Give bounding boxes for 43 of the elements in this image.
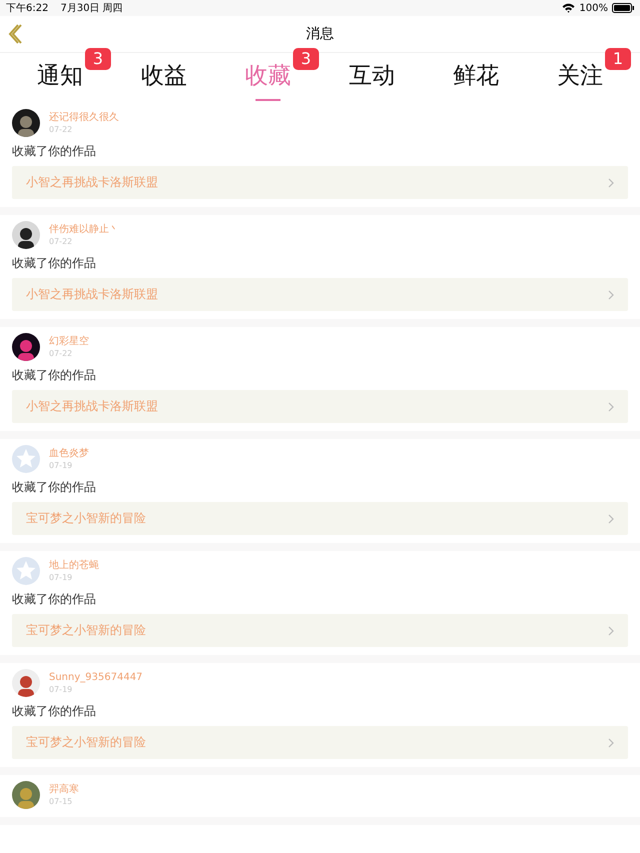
work-link[interactable]: 小智之再挑战卡洛斯联盟 (12, 390, 628, 423)
message-text: 收藏了你的作品 (12, 479, 97, 496)
tab[interactable]: 收益 (137, 56, 191, 100)
tab[interactable]: 收藏 (241, 56, 295, 100)
work-link[interactable]: 宝可梦之小智新的冒险 (12, 614, 628, 647)
user-name[interactable]: 伴伤难以静止丶 (49, 223, 119, 236)
status-date: 7月30日 周四 (60, 2, 123, 15)
user-name[interactable]: 幻彩星空 (49, 335, 89, 348)
message-text: 收藏了你的作品 (12, 703, 97, 720)
work-link[interactable]: 宝可梦之小智新的冒险 (12, 502, 628, 535)
work-link[interactable]: 宝可梦之小智新的冒险 (12, 726, 628, 759)
chevron-right-icon (608, 290, 614, 300)
message-text: 收藏了你的作品 (12, 367, 97, 384)
user-name[interactable]: 血色炎梦 (49, 447, 89, 460)
work-link[interactable]: 小智之再挑战卡洛斯联盟 (12, 166, 628, 199)
message-text: 收藏了你的作品 (12, 255, 97, 272)
count-badge: 3 (84, 48, 111, 70)
battery-icon (612, 3, 634, 13)
back-icon[interactable] (8, 24, 22, 44)
user-name[interactable]: Sunny_935674447 (49, 671, 143, 684)
work-link[interactable]: 小智之再挑战卡洛斯联盟 (12, 278, 628, 311)
battery-percent: 100% (579, 2, 608, 14)
message-text: 收藏了你的作品 (12, 591, 97, 608)
nav-title: 消息 (306, 25, 334, 43)
user-name[interactable]: 地上的苍蝇 (49, 559, 99, 572)
user-name[interactable]: 羿高寒 (49, 783, 79, 796)
count-badge: 1 (604, 48, 631, 70)
chevron-right-icon (608, 178, 614, 188)
tab[interactable]: 鲜花 (449, 56, 503, 100)
star-avatar-icon (12, 557, 40, 585)
chevron-right-icon (608, 402, 614, 412)
user-name[interactable]: 还记得很久很久 (49, 111, 119, 124)
tab[interactable]: 通知 (33, 56, 87, 100)
message-text: 收藏了你的作品 (12, 143, 97, 160)
chevron-right-icon (608, 738, 614, 748)
wifi-icon (562, 3, 576, 13)
tab[interactable]: 互动 (345, 56, 399, 100)
count-badge: 3 (292, 48, 319, 70)
status-time: 下午6:22 (6, 2, 48, 15)
star-avatar-icon (12, 445, 40, 473)
chevron-right-icon (608, 514, 614, 524)
chevron-right-icon (608, 626, 614, 636)
tab[interactable]: 关注 (553, 56, 607, 100)
